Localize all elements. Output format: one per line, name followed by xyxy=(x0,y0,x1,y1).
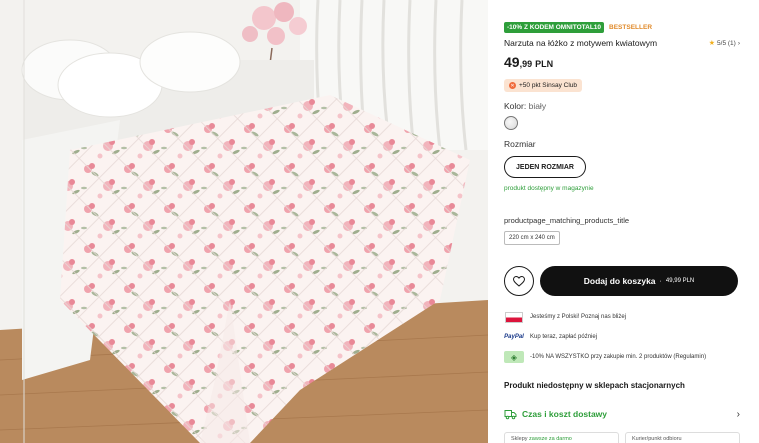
delivery-option-store-label: Sklepy xyxy=(511,436,528,442)
title-row: Narzuta na łóżko z motywem kwiatowym ★ 5… xyxy=(504,38,740,48)
size-option-button[interactable]: JEDEN ROZMIAR xyxy=(504,156,586,178)
club-icon: ✕ xyxy=(509,82,516,89)
poland-flag-icon xyxy=(504,311,524,323)
color-value: biały xyxy=(528,101,547,111)
rating-value: 5/5 (1) xyxy=(717,39,736,47)
delivery-option-store-price: zawsze za darmo xyxy=(529,436,572,442)
wishlist-button[interactable] xyxy=(504,266,534,296)
perk-poland[interactable]: Jesteśmy z Polski! Poznaj nas bliżej xyxy=(504,311,626,323)
add-to-cart-button[interactable]: Dodaj do koszyka · 49,99 PLN xyxy=(540,266,738,296)
delivery-option-courier-label: Kurier/punkt odbioru xyxy=(632,436,682,442)
color-swatch-white[interactable] xyxy=(504,116,518,130)
delivery-option-courier[interactable]: Kurier/punkt odbioru xyxy=(625,432,740,443)
bed-illustration xyxy=(0,0,488,443)
price-decimal: ,99 xyxy=(519,59,533,69)
color-label: Kolor: biały xyxy=(504,101,546,111)
bestseller-badge: BESTSELLER xyxy=(609,24,653,31)
add-to-cart-price: 49,99 PLN xyxy=(665,278,695,284)
stock-status: produkt dostępny w magazynie xyxy=(504,185,594,192)
size-label: Rozmiar xyxy=(504,139,536,149)
dimension-chip[interactable]: 220 cm x 240 cm xyxy=(504,231,560,245)
club-points-text: +50 pkt Sinsay Club xyxy=(519,82,577,89)
tag-icon: ◈ xyxy=(504,351,524,363)
product-price: 49 ,99 PLN xyxy=(504,54,553,70)
chevron-right-icon: › xyxy=(736,408,740,420)
cart-separator: · xyxy=(659,277,662,285)
delivery-option-store[interactable]: Sklepy zawsze za darmo xyxy=(504,432,619,443)
matching-products-title: productpage_matching_products_title xyxy=(504,216,630,225)
promo-code-badge: -10% Z KODEM OMNITOTAL10 xyxy=(504,22,605,33)
perk-poland-text: Jesteśmy z Polski! Poznaj nas bliżej xyxy=(530,314,627,320)
product-title: Narzuta na łóżko z motywem kwiatowym xyxy=(504,38,658,48)
chevron-right-icon: › xyxy=(737,39,740,47)
perk-discount[interactable]: ◈ -10% NA WSZYSTKO przy zakupie min. 2 p… xyxy=(504,351,706,363)
product-info-panel: -10% Z KODEM OMNITOTAL10 BESTSELLER Narz… xyxy=(504,0,740,443)
star-icon: ★ xyxy=(708,40,716,47)
add-to-cart-label: Dodaj do koszyka xyxy=(583,276,656,286)
rating-link[interactable]: ★ 5/5 (1) › xyxy=(708,39,740,48)
color-label-text: Kolor: xyxy=(504,101,527,111)
price-currency: PLN xyxy=(535,59,554,69)
delivery-options-row: Sklepy zawsze za darmo Kurier/punkt odbi… xyxy=(504,432,740,443)
perk-paypal: PayPal Kup teraz, zapłać później xyxy=(504,331,597,343)
perk-paypal-text: Kup teraz, zapłać później xyxy=(530,334,598,340)
product-image[interactable] xyxy=(0,0,488,443)
paypal-icon: PayPal xyxy=(504,334,524,340)
truck-icon xyxy=(504,409,517,419)
heart-icon xyxy=(513,275,525,287)
promo-row: -10% Z KODEM OMNITOTAL10 BESTSELLER xyxy=(504,22,652,33)
club-points-badge: ✕ +50 pkt Sinsay Club xyxy=(504,79,582,92)
store-availability: Produkt niedostępny w sklepach stacjonar… xyxy=(504,381,685,390)
price-integer: 49 xyxy=(504,54,520,70)
perk-discount-text: -10% NA WSZYSTKO przy zakupie min. 2 pro… xyxy=(530,354,707,360)
delivery-label: Czas i koszt dostawy xyxy=(522,409,608,419)
delivery-cost-row[interactable]: Czas i koszt dostawy › xyxy=(504,404,740,424)
